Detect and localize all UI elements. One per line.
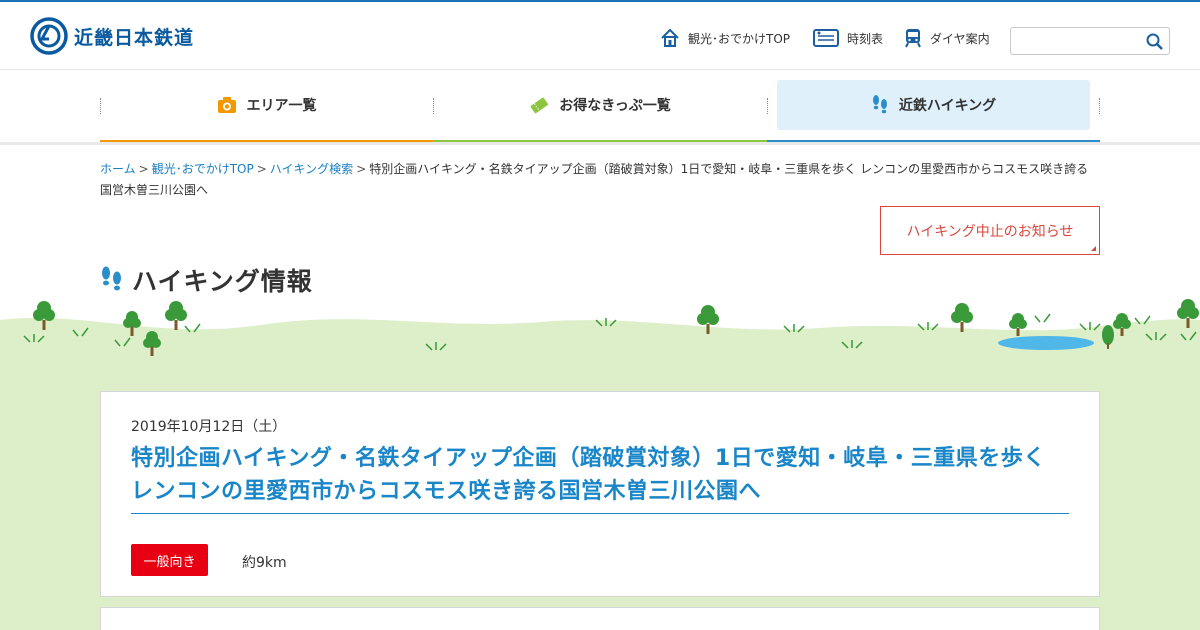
nav-divider (1099, 98, 1100, 114)
nav-area-list-label: エリア一覧 (246, 98, 317, 114)
global-nav: エリア一覧 お得なきっぷ一覧 近鉄ハイキング (100, 80, 1100, 144)
footprints-icon (102, 266, 121, 291)
train-icon (905, 29, 921, 48)
footprints-icon (872, 95, 887, 114)
page-title: ハイキング情報 (100, 262, 313, 298)
notice-button-label: ハイキング中止のお知らせ (906, 223, 1074, 240)
nav-kintetsu-hiking-label: 近鉄ハイキング (898, 98, 997, 114)
hiking-cancellation-notice-button[interactable]: ハイキング中止のお知らせ (880, 206, 1100, 255)
nav-area-list[interactable]: エリア一覧 (100, 80, 433, 130)
diagram-guide-label: ダイヤ案内 (930, 31, 990, 46)
page-title-text: ハイキング情報 (132, 267, 313, 296)
next-section-card (100, 607, 1100, 630)
event-distance: 約9km (242, 555, 287, 571)
kintetsu-logo[interactable]: 近畿日本鉄道 (30, 17, 194, 55)
nav-ticket-list-label: お得なきっぷ一覧 (559, 98, 671, 114)
breadcrumb-home[interactable]: ホーム (100, 162, 136, 176)
kintetsu-logo-icon (30, 17, 68, 55)
nav-ticket-list[interactable]: お得なきっぷ一覧 (433, 80, 767, 130)
sightseeing-top-link[interactable]: 観光･おでかけTOP (660, 28, 790, 48)
camera-icon (217, 97, 236, 113)
diagram-guide-link[interactable]: ダイヤ案内 (904, 28, 990, 48)
hiking-event-card: 2019年10月12日（土） 特別企画ハイキング・名鉄タイアップ企画（踏破賞対象… (100, 391, 1100, 597)
breadcrumb-sightseeing[interactable]: 観光･おでかけTOP (152, 162, 254, 176)
breadcrumb-separator: > (138, 162, 149, 176)
timetable-label: 時刻表 (847, 31, 884, 46)
sightseeing-top-label: 観光･おでかけTOP (688, 31, 791, 46)
ticket-icon (530, 97, 549, 114)
home-icon (661, 28, 679, 47)
breadcrumb-hiking-search[interactable]: ハイキング検索 (270, 162, 353, 176)
timetable-link[interactable]: 時刻表 (813, 28, 883, 48)
search-icon[interactable] (1145, 32, 1165, 52)
corner-arrow-icon (1091, 246, 1096, 251)
timetable-icon (813, 29, 839, 47)
difficulty-badge: 一般向き (131, 544, 208, 576)
event-title: 特別企画ハイキング・名鉄タイアップ企画（踏破賞対象）1日で愛知・岐阜・三重県を歩… (131, 446, 1046, 504)
title-underline (131, 513, 1069, 514)
nav-bottom-border (0, 142, 1200, 145)
site-header: 近畿日本鉄道 観光･おでかけTOP 時刻表 ダイヤ案内 (0, 2, 1200, 70)
event-date: 2019年10月12日（土） (131, 419, 287, 435)
nav-divider (767, 98, 768, 114)
breadcrumb-separator: > (256, 162, 267, 176)
breadcrumb-separator: > (356, 162, 367, 176)
search-input[interactable] (1011, 28, 1141, 54)
nav-kintetsu-hiking[interactable]: 近鉄ハイキング (777, 80, 1090, 130)
breadcrumb: ホーム > 観光･おでかけTOP > ハイキング検索 > 特別企画ハイキング・名鉄タイアップ… (100, 159, 1100, 201)
logo-text: 近畿日本鉄道 (74, 26, 195, 49)
site-search (1010, 27, 1170, 55)
